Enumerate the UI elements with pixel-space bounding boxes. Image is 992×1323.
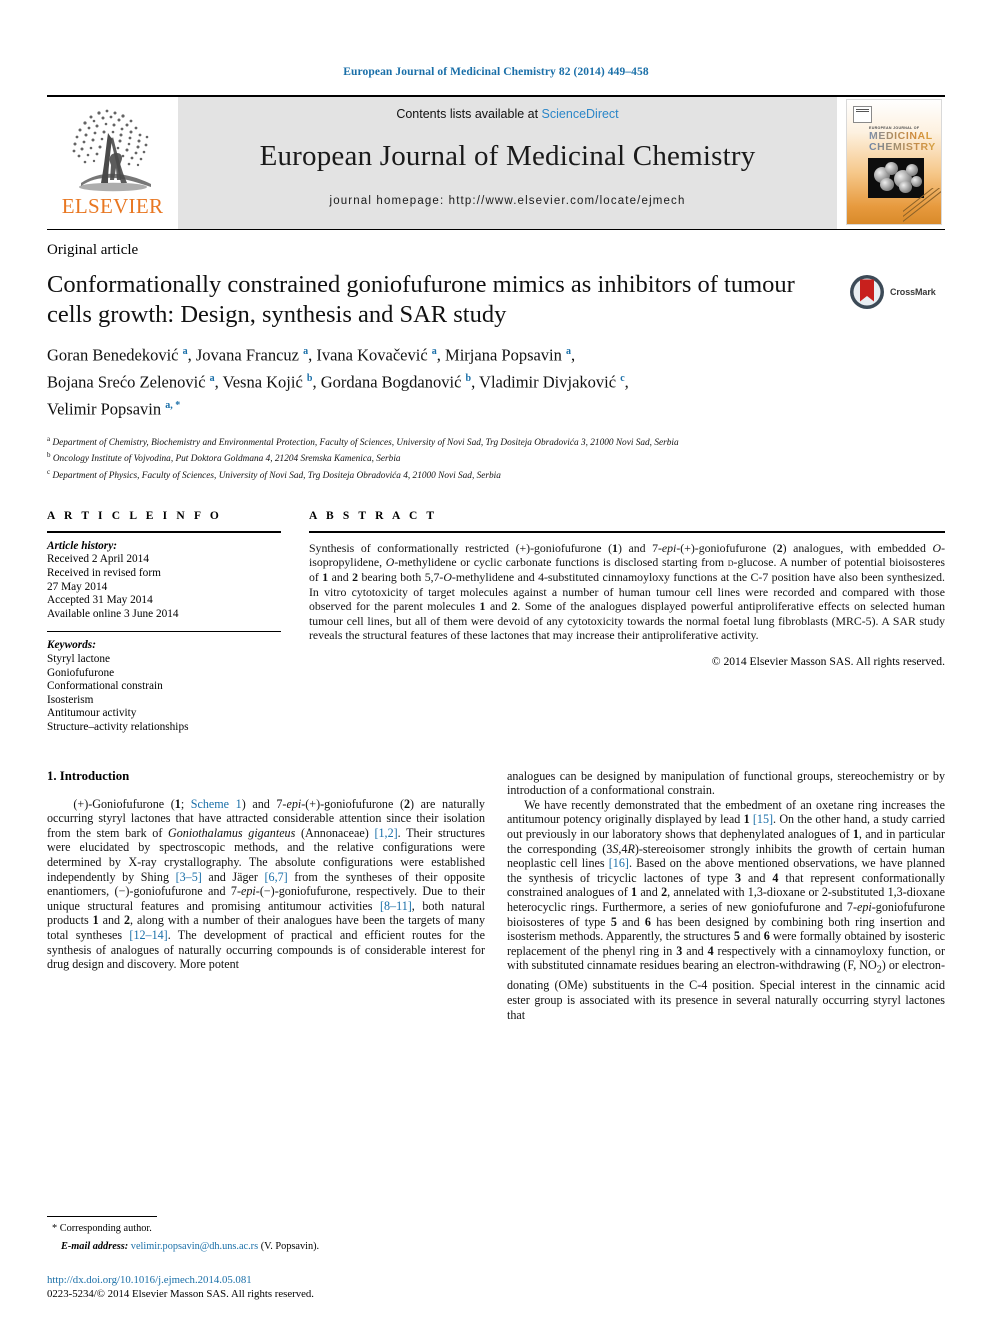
history-item: Available online 3 June 2014: [47, 607, 179, 620]
article-info-column: A R T I C L E I N F O Article history: R…: [47, 510, 309, 735]
ref-link-8-11[interactable]: [8–11]: [380, 899, 412, 913]
author-line-3: Velimir Popsavin a, *: [47, 399, 181, 419]
journal-article-page: European Journal of Medicinal Chemistry …: [0, 0, 992, 1323]
affiliation-list: a Department of Chemistry, Biochemistry …: [47, 433, 945, 482]
author-line-2: Bojana Srećo Zelenović a, Vesna Kojić b,…: [47, 372, 629, 392]
abstract-heading: A B S T R A C T: [309, 509, 438, 522]
journal-title: European Journal of Medicinal Chemistry: [259, 140, 756, 172]
cover-title-line2: CHEMISTRY: [869, 141, 936, 153]
keyword-item: Antitumour activity: [47, 707, 137, 720]
contents-lists-line: Contents lists available at ScienceDirec…: [396, 107, 618, 121]
keyword-item: Structure–activity relationships: [47, 721, 189, 734]
affiliation-b: b Oncology Institute of Vojvodina, Put D…: [47, 451, 401, 465]
elsevier-tree-icon: [61, 103, 165, 195]
history-item: Received 2 April 2014: [47, 553, 149, 566]
affiliation-a: a Department of Chemistry, Biochemistry …: [47, 435, 679, 449]
abstract-column: A B S T R A C T Synthesis of conformatio…: [309, 510, 945, 735]
intro-paragraph-left: (+)-Goniofufurone (1; Scheme 1) and 7-ep…: [47, 796, 485, 972]
body-columns: 1. Introduction (+)-Goniofufurone (1; Sc…: [47, 769, 945, 1023]
affiliation-b-text: Oncology Institute of Vojvodina, Put Dok…: [52, 454, 401, 465]
cover-logo-box: [853, 106, 872, 123]
doi-footer: http://dx.doi.org/10.1016/j.ejmech.2014.…: [47, 1273, 547, 1301]
article-info-heading: A R T I C L E I N F O: [47, 509, 222, 522]
body-column-right: analogues can be designed by manipulatio…: [507, 769, 945, 1023]
page-title: Conformationally constrained goniofufuro…: [47, 271, 795, 328]
cover-diagonal-lines: [903, 188, 941, 224]
author-line-1: Goran Benedeković a, Jovana Francuz a, I…: [47, 345, 576, 365]
crossmark-badge[interactable]: CrossMark: [849, 270, 945, 310]
email-owner: (V. Popsavin).: [260, 1240, 320, 1252]
history-item: Accepted 31 May 2014: [47, 594, 153, 607]
cover-title-line1: MEDICINAL: [869, 130, 933, 142]
crossmark-label: CrossMark: [890, 287, 936, 297]
masthead-bottom-rule: [47, 229, 945, 230]
article-type: Original article: [47, 242, 139, 258]
section-heading-introduction: 1. Introduction: [47, 768, 130, 783]
intro-paragraph-right-1: analogues can be designed by manipulatio…: [507, 768, 945, 798]
history-item: 27 May 2014: [47, 580, 108, 593]
intro-paragraph-right-2: We have recently demonstrated that the e…: [507, 797, 946, 1022]
email-address-label: E-mail address:: [61, 1240, 129, 1252]
journal-masthead: ELSEVIER Contents lists available at Sci…: [47, 95, 945, 229]
scheme-1-link[interactable]: Scheme 1: [191, 797, 242, 811]
keyword-item: Styryl lactone: [47, 653, 111, 666]
history-item: Received in revised form: [47, 567, 161, 580]
abstract-rule-top: [309, 530, 945, 533]
affiliation-a-text: Department of Chemistry, Biochemistry an…: [52, 438, 679, 449]
crossmark-icon: [849, 274, 885, 310]
elsevier-wordmark: ELSEVIER: [61, 194, 164, 218]
ref-link-1-2[interactable]: [1,2]: [374, 826, 397, 840]
footnote-star: *: [52, 1222, 58, 1234]
title-row: Conformationally constrained goniofufuro…: [47, 270, 945, 330]
ref-link-16[interactable]: [16]: [609, 856, 629, 870]
contents-prefix: Contents lists available at: [396, 107, 542, 121]
keywords-label: Keywords:: [47, 639, 96, 652]
doi-link[interactable]: http://dx.doi.org/10.1016/j.ejmech.2014.…: [47, 1273, 547, 1287]
issn-copyright-line: 0223-5234/© 2014 Elsevier Masson SAS. Al…: [47, 1288, 315, 1300]
footnote-email-line: E-mail address: velimir.popsavin@dh.uns.…: [47, 1240, 487, 1253]
email-address-link[interactable]: velimir.popsavin@dh.uns.ac.rs: [131, 1241, 258, 1252]
footnote-rule: [47, 1215, 157, 1217]
abstract-text: Synthesis of conformationally restricted…: [309, 540, 946, 643]
info-rule-top: [47, 530, 281, 533]
ref-link-3-5[interactable]: [3–5]: [176, 870, 202, 884]
corresponding-author-footnote: * Corresponding author. E-mail address: …: [47, 1215, 487, 1253]
keyword-item: Goniofufurone: [47, 666, 115, 679]
keyword-item: Conformational constrain: [47, 680, 163, 693]
keyword-item: Isosterism: [47, 693, 94, 706]
journal-cover-thumbnail[interactable]: EUROPEAN JOURNAL OF MEDICINAL CHEMISTRY: [846, 97, 945, 229]
info-rule-middle: [47, 631, 281, 633]
body-column-left: 1. Introduction (+)-Goniofufurone (1; Sc…: [47, 769, 485, 1023]
ref-link-15[interactable]: [15]: [753, 812, 773, 826]
footnote-corresponding-text: Corresponding author.: [59, 1222, 152, 1234]
article-history-block: Article history: Received 2 April 2014 R…: [47, 540, 281, 622]
affiliation-c-text: Department of Physics, Faculty of Scienc…: [52, 470, 501, 481]
ref-link-12-14[interactable]: [12–14]: [129, 928, 167, 942]
elsevier-logo: ELSEVIER: [47, 97, 178, 229]
keywords-block: Keywords: Styryl lactone Goniofufurone C…: [47, 639, 281, 734]
author-list: Goran Benedeković a, Jovana Francuz a, I…: [47, 340, 945, 421]
running-head: European Journal of Medicinal Chemistry …: [343, 66, 649, 78]
footnote-corresponding: * Corresponding author.: [47, 1222, 487, 1235]
journal-homepage-link[interactable]: journal homepage: http://www.elsevier.co…: [329, 195, 685, 207]
journal-band: Contents lists available at ScienceDirec…: [178, 97, 837, 229]
affiliation-c: c Department of Physics, Faculty of Scie…: [47, 467, 501, 481]
abstract-copyright: © 2014 Elsevier Masson SAS. All rights r…: [711, 654, 945, 668]
info-abstract-region: A R T I C L E I N F O Article history: R…: [47, 510, 945, 735]
sciencedirect-link[interactable]: ScienceDirect: [542, 107, 619, 121]
article-history-label: Article history:: [47, 539, 117, 552]
ref-link-6-7[interactable]: [6,7]: [265, 870, 288, 884]
